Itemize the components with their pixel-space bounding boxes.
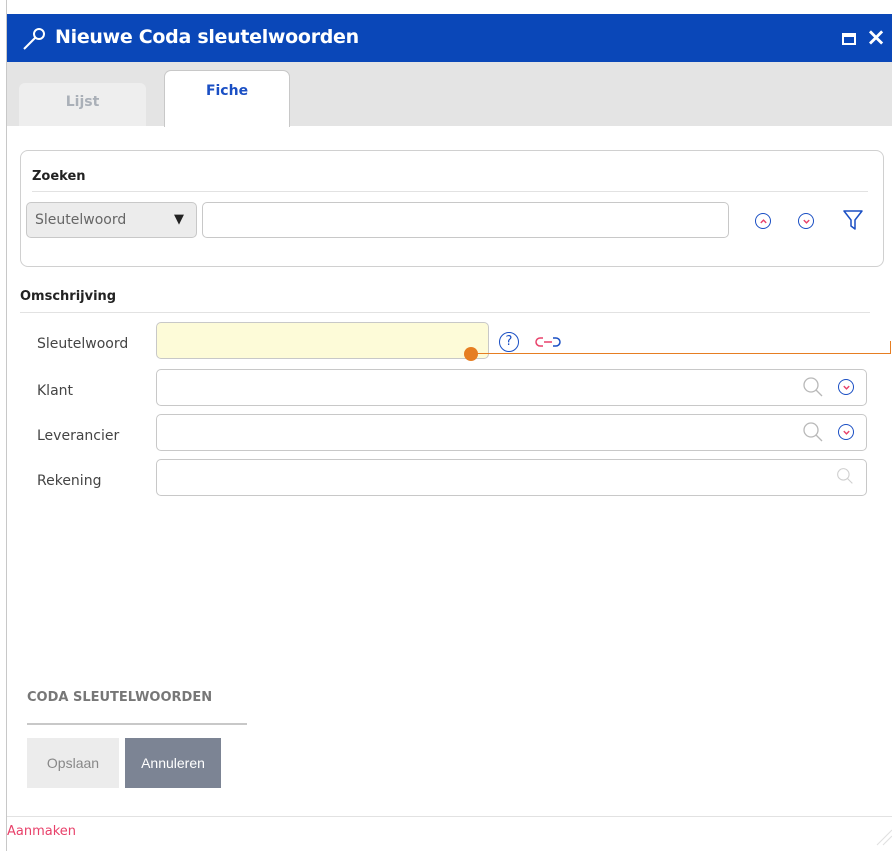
klant-input[interactable] — [156, 369, 867, 406]
chevron-down-icon[interactable] — [838, 379, 854, 395]
close-icon[interactable]: × — [866, 24, 886, 50]
rekening-input[interactable] — [156, 459, 867, 496]
tab-lijst[interactable]: Lijst — [19, 83, 146, 126]
coda-section-title: CODA SLEUTELWOORDEN — [27, 690, 213, 705]
search-icon[interactable] — [802, 421, 824, 443]
leverancier-input[interactable] — [156, 414, 867, 451]
search-input[interactable] — [202, 202, 729, 238]
search-field-select[interactable]: Sleutelwoord ▼ — [26, 202, 197, 238]
form-section-title: Omschrijving — [20, 289, 117, 304]
annotation-tick — [890, 341, 891, 354]
search-icon[interactable] — [836, 467, 854, 485]
field-label-klant: Klant — [37, 383, 74, 399]
dialog-window: Nieuwe Coda sleutelwoorden × Lijst Fiche… — [6, 0, 892, 851]
window-title: Nieuwe Coda sleutelwoorden — [55, 26, 359, 48]
filter-icon[interactable] — [843, 209, 863, 231]
search-panel: Zoeken Sleutelwoord ▼ — [20, 150, 884, 267]
help-icon[interactable]: ? — [499, 332, 519, 352]
save-button[interactable]: Opslaan — [27, 738, 119, 788]
resize-grip-icon[interactable] — [873, 826, 892, 846]
tab-fiche[interactable]: Fiche — [164, 70, 290, 127]
footer-divider — [7, 816, 892, 817]
annotation-line — [471, 353, 891, 354]
search-field-select-value: Sleutelwoord — [35, 212, 127, 228]
annotation-marker — [464, 347, 478, 361]
tab-strip: Lijst Fiche — [7, 62, 892, 127]
mode-status: Aanmaken — [7, 824, 77, 839]
chevron-down-icon: ▼ — [174, 212, 184, 227]
chevron-down-icon[interactable] — [838, 424, 854, 440]
collapse-up-icon[interactable] — [755, 213, 771, 229]
search-icon[interactable] — [802, 376, 824, 398]
field-label-sleutelwoord: Sleutelwoord — [37, 336, 129, 352]
field-label-rekening: Rekening — [37, 473, 102, 489]
title-bar[interactable]: Nieuwe Coda sleutelwoorden × — [7, 14, 892, 62]
form-divider — [20, 312, 870, 313]
link-icon[interactable] — [535, 336, 561, 348]
field-label-leverancier: Leverancier — [37, 428, 120, 444]
key-icon — [23, 28, 45, 50]
search-divider — [32, 191, 868, 192]
sleutelwoord-input[interactable] — [156, 322, 489, 359]
maximize-icon[interactable] — [842, 33, 856, 45]
coda-section-underline — [27, 723, 247, 725]
cancel-button[interactable]: Annuleren — [125, 738, 221, 788]
expand-down-icon[interactable] — [798, 213, 814, 229]
search-title: Zoeken — [32, 169, 86, 184]
